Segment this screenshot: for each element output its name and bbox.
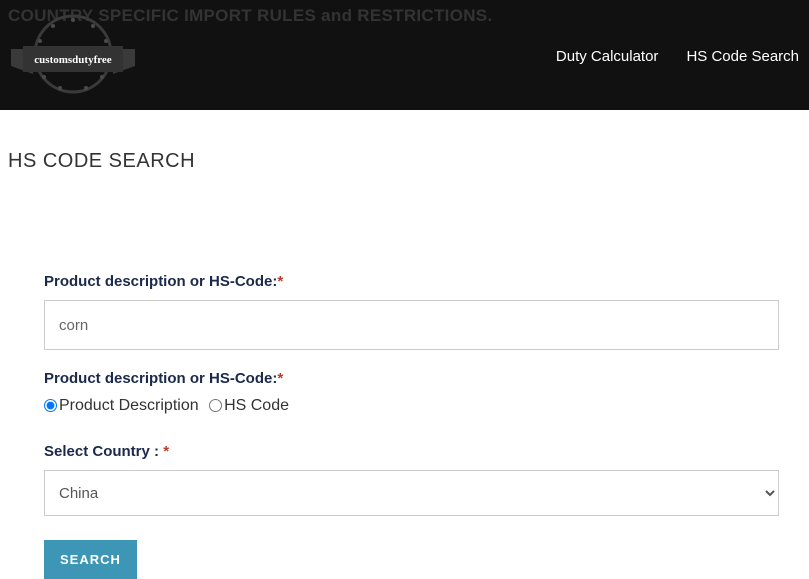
- label-select-country: Select Country : *: [44, 443, 779, 460]
- label-search-type: Product description or HS-Code:*: [44, 370, 779, 387]
- required-mark: *: [277, 273, 283, 290]
- search-form: Product description or HS-Code:* Product…: [0, 173, 809, 579]
- logo-text: customsdutyfree: [34, 54, 112, 66]
- page-title: HS CODE SEARCH: [8, 150, 809, 173]
- header: COUNTRY SPECIFIC IMPORT RULES and RESTRI…: [0, 0, 809, 110]
- logo-badge-icon: customsdutyfree: [8, 14, 138, 94]
- radio-product-text: Product Description: [59, 397, 199, 414]
- site-logo[interactable]: customsdutyfree: [8, 14, 138, 94]
- search-button[interactable]: SEARCH: [44, 540, 137, 579]
- radio-group-search-type: Product Description HS Code: [44, 397, 779, 415]
- label-product-text: Product description or HS-Code:: [44, 273, 277, 290]
- radio-hs-code[interactable]: [209, 399, 222, 412]
- required-mark-3: *: [163, 443, 169, 460]
- label-search-type-text: Product description or HS-Code:: [44, 370, 277, 387]
- required-mark-2: *: [277, 370, 283, 387]
- product-description-input[interactable]: [44, 300, 779, 350]
- label-product-description: Product description or HS-Code:*: [44, 273, 779, 290]
- radio-product-description[interactable]: [44, 399, 57, 412]
- label-country-text: Select Country :: [44, 443, 163, 460]
- nav-hs-code-search[interactable]: HS Code Search: [686, 48, 799, 65]
- top-nav: Duty Calculator HS Code Search: [556, 48, 799, 65]
- country-select[interactable]: China: [44, 470, 779, 516]
- radio-product-description-label[interactable]: Product Description: [44, 397, 199, 414]
- radio-hs-code-label[interactable]: HS Code: [209, 397, 289, 414]
- radio-hscode-text: HS Code: [224, 397, 289, 414]
- nav-duty-calculator[interactable]: Duty Calculator: [556, 48, 659, 65]
